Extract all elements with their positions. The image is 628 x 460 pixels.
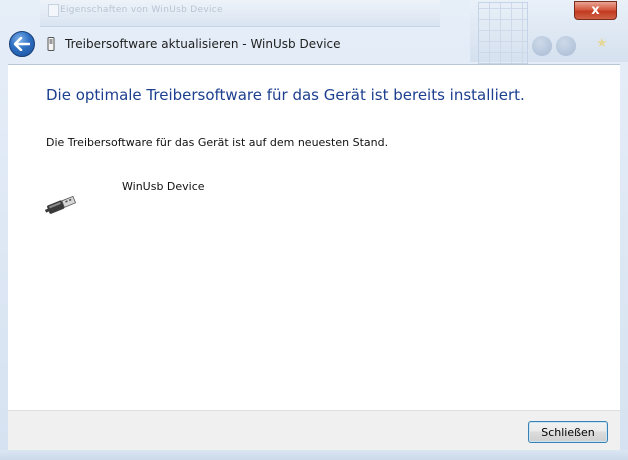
back-arrow-icon <box>14 37 30 51</box>
close-dialog-button[interactable]: Schließen <box>528 421 608 443</box>
dialog-header: Treibersoftware aktualisieren - WinUsb D… <box>8 28 620 64</box>
usb-plug-icon <box>44 195 77 214</box>
driver-update-dialog: x Treibersoftware aktualisieren - WinUsb… <box>0 0 628 460</box>
window-bottom-border <box>0 450 628 460</box>
back-button[interactable] <box>9 31 35 57</box>
window-close-button[interactable]: x <box>574 1 617 20</box>
dialog-title: Treibersoftware aktualisieren - WinUsb D… <box>65 37 341 51</box>
close-icon: x <box>591 3 600 18</box>
usb-connector-icon <box>47 37 55 51</box>
device-name-label: WinUsb Device <box>122 180 205 193</box>
dialog-footer: Schließen <box>8 410 620 450</box>
dialog-content: Die optimale Treibersoftware für das Ger… <box>8 64 620 410</box>
result-heading: Die optimale Treibersoftware für das Ger… <box>46 86 525 104</box>
result-description: Die Treibersoftware für das Gerät ist au… <box>46 136 389 149</box>
